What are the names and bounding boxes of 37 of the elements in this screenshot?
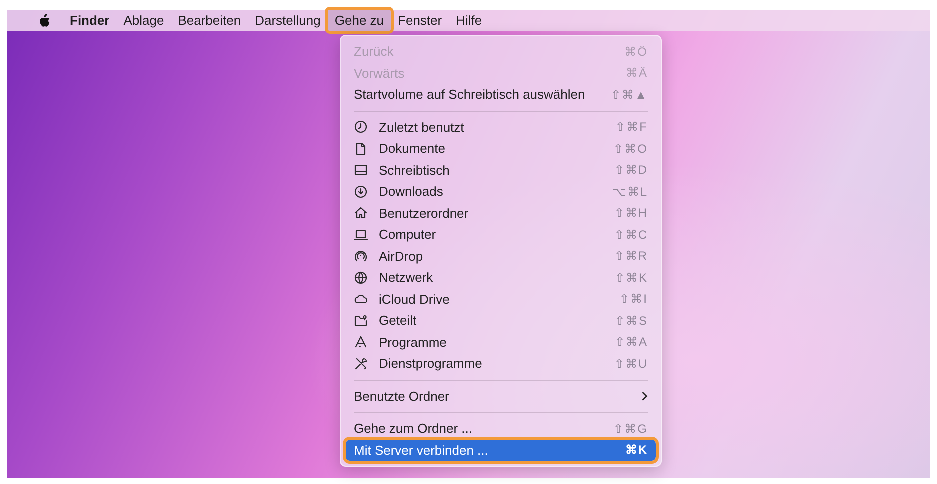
globe-icon [354, 270, 368, 285]
apple-logo-icon[interactable] [39, 14, 51, 28]
menu-item[interactable]: iCloud Drive ⇧⌘I [346, 288, 656, 310]
menu-item[interactable]: Gehe zum Ordner ... ⇧⌘G [346, 418, 656, 440]
airdrop-icon [354, 249, 368, 264]
menu-item[interactable]: Benutzerordner ⇧⌘H [346, 202, 656, 224]
shared-folder-icon [354, 314, 368, 328]
document-icon [354, 142, 368, 156]
menu-item[interactable]: Dokumente ⇧⌘O [346, 138, 656, 160]
menu-item[interactable]: Downloads ⌥⌘L [346, 181, 656, 202]
laptop-icon [354, 228, 368, 242]
menu-item[interactable]: Programme ⇧⌘A [346, 332, 656, 353]
menu-bar-item[interactable]: Ablage [116, 10, 172, 31]
clock-icon [354, 120, 368, 134]
chevron-right-icon [641, 390, 648, 402]
menu-item[interactable]: Startvolume auf Schreibtisch auswählen ⇧⌘▲ [346, 84, 656, 106]
app-store-icon [354, 335, 368, 350]
cloud-icon [354, 292, 368, 306]
menu-item[interactable]: AirDrop ⇧⌘R [346, 246, 656, 267]
submenu-item[interactable]: Benutzte Ordner [346, 386, 656, 407]
menu-bar-item[interactable]: Fenster [391, 10, 450, 31]
desktop-icon [354, 163, 368, 178]
menu-item[interactable]: Mit Server verbinden ... ⌘K [346, 440, 656, 461]
tools-icon [354, 356, 368, 371]
menu-bar-item[interactable]: Darstellung [248, 10, 328, 31]
menu-bar-item[interactable]: Finder [63, 10, 117, 31]
download-icon [354, 184, 368, 199]
menu-item[interactable]: Zuletzt benutzt ⇧⌘F [346, 116, 656, 138]
menu-bar-item[interactable]: Hilfe [449, 10, 490, 31]
menu-item[interactable]: Netzwerk ⇧⌘K [346, 267, 656, 288]
house-icon [354, 206, 368, 220]
menu-item[interactable]: Geteilt ⇧⌘S [346, 310, 656, 332]
menu-item[interactable]: Computer ⇧⌘C [346, 224, 656, 246]
menu-item[interactable]: Schreibtisch ⇧⌘D [346, 160, 656, 181]
menu-bar-item[interactable]: Bearbeiten [171, 10, 248, 31]
menu-item[interactable]: Dienstprogramme ⇧⌘U [346, 353, 656, 374]
menu-bar-item[interactable]: Gehe zu [328, 10, 392, 31]
